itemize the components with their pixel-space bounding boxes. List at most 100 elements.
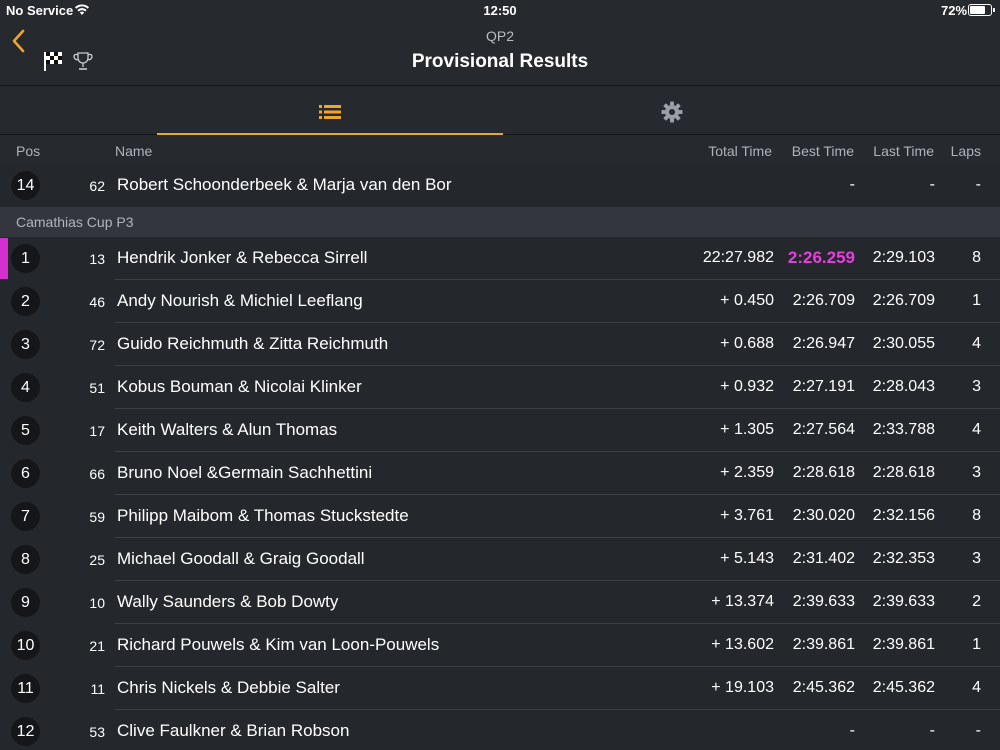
position-badge: 11 — [11, 674, 40, 703]
total-time: + 0.932 — [720, 378, 774, 395]
best-time: 2:27.564 — [792, 421, 855, 438]
tab-settings[interactable] — [503, 87, 841, 135]
position-badge: 10 — [11, 631, 40, 660]
results-table-header: Pos Name Total Time Best Time Last Time … — [0, 136, 1000, 164]
laps-count: 4 — [972, 679, 981, 696]
table-row[interactable]: 5 17 Keith Walters & Alun Thomas + 1.305… — [0, 409, 1000, 452]
best-time: 2:30.020 — [792, 507, 855, 524]
last-time: 2:32.353 — [872, 550, 935, 567]
driver-names: Keith Walters & Alun Thomas — [117, 420, 338, 439]
total-time: + 3.761 — [720, 507, 774, 524]
position-badge: 12 — [11, 717, 40, 746]
car-number: 17 — [89, 423, 105, 439]
best-time: 2:28.618 — [792, 464, 855, 481]
session-subtitle: QP2 — [485, 28, 514, 44]
driver-names: Hendrik Jonker & Rebecca Sirrell — [117, 248, 368, 267]
last-time: 2:28.618 — [872, 464, 935, 481]
best-time: - — [849, 722, 855, 739]
driver-names: Clive Faulkner & Brian Robson — [117, 721, 350, 740]
table-row[interactable]: 1 13 Hendrik Jonker & Rebecca Sirrell 22… — [0, 237, 1000, 280]
driver-names: Chris Nickels & Debbie Salter — [117, 678, 340, 697]
laps-count: 4 — [972, 421, 981, 438]
total-time: + 1.305 — [720, 421, 774, 438]
driver-names: Robert Schoonderbeek & Marja van den Bor — [117, 175, 452, 194]
laps-count: 2 — [972, 593, 981, 610]
position-badge: 1 — [11, 244, 40, 273]
car-number: 59 — [89, 509, 105, 525]
header-pos: Pos — [16, 143, 41, 159]
car-number: 62 — [89, 178, 105, 194]
table-row[interactable]: 2 46 Andy Nourish & Michiel Leeflang + 0… — [0, 280, 1000, 323]
driver-names: Richard Pouwels & Kim van Loon-Pouwels — [117, 635, 440, 654]
laps-count: 1 — [972, 292, 981, 309]
last-time: 2:39.633 — [872, 593, 935, 610]
car-number: 25 — [89, 552, 105, 568]
best-time: 2:26.947 — [792, 335, 855, 352]
position-badge: 8 — [11, 545, 40, 574]
class-group-header: Camathias Cup P3 — [0, 207, 1000, 237]
status-bar: No Service 12:50 72% — [0, 0, 1000, 20]
total-time: + 2.359 — [720, 464, 774, 481]
laps-count: 8 — [972, 507, 981, 524]
header-laps: Laps — [950, 143, 981, 159]
table-row[interactable]: 6 66 Bruno Noel &Germain Sachhettini + 2… — [0, 452, 1000, 495]
leader-marker — [0, 238, 8, 279]
header-total-time: Total Time — [708, 143, 772, 159]
last-time: - — [929, 722, 935, 739]
last-time: 2:26.709 — [872, 292, 935, 309]
total-time: + 5.143 — [720, 550, 774, 567]
driver-names: Andy Nourish & Michiel Leeflang — [117, 291, 363, 310]
position-badge: 14 — [11, 171, 40, 200]
page-title: Provisional Results — [411, 51, 589, 72]
table-row[interactable]: 3 72 Guido Reichmuth & Zitta Reichmuth +… — [0, 323, 1000, 366]
position-badge: 3 — [11, 330, 40, 359]
table-row[interactable]: 12 53 Clive Faulkner & Brian Robson - - … — [0, 710, 1000, 750]
best-time: 2:26.709 — [792, 292, 855, 309]
last-time: 2:30.055 — [872, 335, 935, 352]
best-time-fastest: 2:26.259 — [787, 248, 855, 267]
driver-names: Wally Saunders & Bob Dowty — [117, 592, 339, 611]
best-time: 2:39.633 — [792, 593, 855, 610]
last-time: 2:32.156 — [872, 507, 935, 524]
driver-names: Bruno Noel &Germain Sachhettini — [117, 463, 373, 482]
total-time: + 19.103 — [711, 679, 774, 696]
position-badge: 2 — [11, 287, 40, 316]
laps-count: 3 — [972, 550, 981, 567]
position-badge: 4 — [11, 373, 40, 402]
header-last-time: Last Time — [873, 143, 934, 159]
last-time: 2:28.043 — [872, 378, 935, 395]
nav-bar: QP2 Provisional Results — [0, 20, 1000, 86]
car-number: 10 — [89, 595, 105, 611]
position-badge: 6 — [11, 459, 40, 488]
car-number: 46 — [89, 294, 105, 310]
table-row[interactable]: 10 21 Richard Pouwels & Kim van Loon-Pou… — [0, 624, 1000, 667]
class-group-name: Camathias Cup P3 — [16, 214, 134, 230]
best-time: 2:39.861 — [792, 636, 855, 653]
total-time: 22:27.982 — [702, 249, 774, 266]
best-time: 2:31.402 — [792, 550, 855, 567]
total-time: + 13.602 — [711, 636, 774, 653]
list-icon — [319, 105, 341, 119]
table-row[interactable]: 7 59 Philipp Maibom & Thomas Stuckstedte… — [0, 495, 1000, 538]
table-row[interactable]: 14 62 Robert Schoonderbeek & Marja van d… — [0, 164, 1000, 207]
total-time: + 13.374 — [711, 593, 774, 610]
total-time: + 0.450 — [720, 292, 774, 309]
last-time: 2:45.362 — [872, 679, 935, 696]
position-badge: 9 — [11, 588, 40, 617]
status-time: 12:50 — [483, 3, 517, 18]
table-row[interactable]: 4 51 Kobus Bouman & Nicolai Klinker + 0.… — [0, 366, 1000, 409]
tab-results-list[interactable] — [157, 87, 503, 135]
table-row[interactable]: 9 10 Wally Saunders & Bob Dowty + 13.374… — [0, 581, 1000, 624]
car-number: 13 — [89, 251, 105, 267]
laps-count: 4 — [972, 335, 981, 352]
last-time: 2:39.861 — [872, 636, 935, 653]
table-row[interactable]: 8 25 Michael Goodall & Graig Goodall + 5… — [0, 538, 1000, 581]
car-number: 11 — [90, 681, 105, 697]
battery-icon — [968, 4, 995, 16]
driver-names: Michael Goodall & Graig Goodall — [117, 549, 365, 568]
position-badge: 5 — [11, 416, 40, 445]
last-time: 2:33.788 — [872, 421, 935, 438]
last-time: - — [929, 176, 935, 193]
laps-count: - — [975, 722, 981, 739]
table-row[interactable]: 11 11 Chris Nickels & Debbie Salter + 19… — [0, 667, 1000, 710]
